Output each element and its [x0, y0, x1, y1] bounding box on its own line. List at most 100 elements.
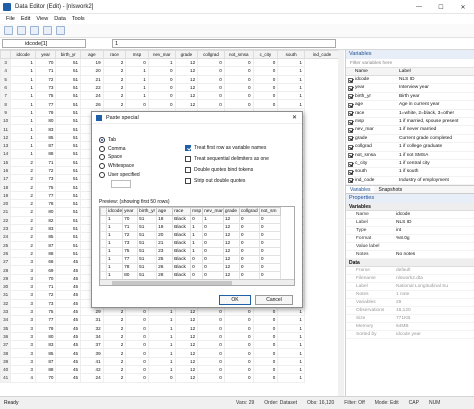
table-cell[interactable]: 45 — [55, 364, 82, 375]
table-cell[interactable]: 87 — [34, 140, 57, 151]
table-cell[interactable]: 82 — [34, 215, 57, 225]
delimiter-radio-space[interactable]: Space — [99, 153, 140, 162]
table-cell[interactable]: 3 — [10, 356, 36, 367]
table-cell[interactable]: 51 — [55, 190, 82, 201]
table-cell[interactable]: 1 — [147, 331, 176, 342]
table-cell[interactable]: 45 — [55, 331, 82, 342]
table-cell[interactable]: 45 — [55, 290, 82, 300]
column-header-ind_code[interactable]: ind_code — [303, 50, 341, 59]
table-cell[interactable]: 75 — [34, 306, 57, 317]
table-cell[interactable]: 77 — [34, 99, 57, 109]
table-cell[interactable]: 0 — [223, 373, 254, 383]
table-cell[interactable]: 0 — [252, 364, 279, 375]
table-cell[interactable]: 2 — [102, 57, 127, 68]
table-cell[interactable]: 3 — [10, 315, 36, 325]
table-cell[interactable]: 51 — [55, 207, 82, 217]
table-cell[interactable]: 3 — [10, 364, 36, 375]
menu-edit[interactable]: Edit — [21, 16, 30, 22]
table-cell[interactable]: 1 — [10, 124, 36, 134]
table-cell[interactable]: 1 — [147, 364, 176, 375]
variable-row[interactable]: not_smsa 1 if not SMSA — [346, 152, 474, 160]
table-cell[interactable]: 51 — [55, 66, 82, 76]
table-cell[interactable]: 1 — [277, 364, 305, 375]
copy-icon[interactable] — [30, 26, 39, 35]
table-cell[interactable]: 1 — [10, 149, 36, 159]
table-cell[interactable]: 29 — [80, 306, 104, 317]
table-cell[interactable]: 45 — [55, 356, 82, 367]
properties-data-section[interactable]: Data — [346, 259, 474, 268]
table-cell[interactable]: 87 — [34, 240, 57, 250]
table-cell[interactable]: 0 — [223, 91, 254, 101]
table-cell[interactable]: 1 — [147, 323, 176, 333]
table-cell[interactable]: 12 — [174, 373, 199, 383]
table-cell[interactable]: 51 — [55, 215, 82, 225]
table-cell[interactable]: 31 — [80, 315, 104, 325]
table-cell[interactable]: 1 — [277, 356, 305, 367]
table-cell[interactable]: 77 — [34, 315, 57, 325]
table-cell[interactable]: 85 — [34, 348, 57, 358]
variable-row[interactable]: nev_mar 1 if never married — [346, 126, 474, 135]
table-cell[interactable]: 1 — [125, 66, 149, 76]
table-cell[interactable]: 1 — [10, 57, 36, 68]
menu-tools[interactable]: Tools — [72, 16, 85, 22]
table-cell[interactable]: 39 — [80, 348, 104, 358]
variable-row[interactable]: idcode NLS ID — [346, 76, 474, 85]
table-cell[interactable]: 24 — [80, 373, 104, 383]
table-cell[interactable]: 51 — [55, 116, 82, 126]
table-cell[interactable]: 4 — [10, 373, 36, 383]
table-cell[interactable]: 0 — [223, 66, 254, 76]
table-cell[interactable]: 51 — [55, 149, 82, 159]
table-cell[interactable]: 70 — [34, 273, 57, 284]
table-cell[interactable]: 45 — [55, 273, 82, 284]
table-cell[interactable]: 3 — [10, 265, 36, 275]
cell-name-field[interactable]: idcode[1] — [2, 39, 86, 48]
table-cell[interactable]: 51 — [55, 124, 82, 134]
table-cell[interactable]: 2 — [102, 66, 127, 76]
menu-file[interactable]: File — [6, 16, 15, 22]
table-cell[interactable]: 1 — [125, 74, 149, 84]
table-cell[interactable]: 45 — [55, 281, 82, 292]
table-cell[interactable]: 0 — [197, 99, 225, 109]
table-cell[interactable]: 1 — [147, 306, 176, 317]
table-cell[interactable]: 1 — [10, 82, 36, 93]
table-cell[interactable]: 1 — [10, 107, 36, 118]
table-cell[interactable]: 70 — [34, 373, 57, 383]
table-cell[interactable]: 45 — [55, 306, 82, 317]
variable-checkbox[interactable] — [348, 85, 353, 91]
table-cell[interactable]: 85 — [34, 232, 57, 242]
table-cell[interactable]: 2 — [10, 215, 36, 225]
table-cell[interactable]: 0 — [223, 57, 254, 68]
cancel-button[interactable]: Cancel — [255, 295, 293, 305]
table-cell[interactable]: 2 — [102, 306, 127, 317]
variable-checkbox[interactable] — [348, 153, 353, 159]
table-cell[interactable]: 1 — [147, 348, 176, 358]
table-cell[interactable]: 51 — [55, 248, 82, 259]
table-cell[interactable]: 0 — [147, 91, 176, 101]
table-cell[interactable]: 1 — [277, 340, 305, 350]
table-cell[interactable]: 3 — [10, 273, 36, 284]
table-cell[interactable]: 45 — [55, 323, 82, 333]
variable-checkbox[interactable] — [348, 144, 353, 150]
close-button[interactable]: ✕ — [452, 0, 474, 14]
table-cell[interactable]: 1 — [10, 132, 36, 142]
cell-value-field[interactable]: 1 — [112, 39, 336, 48]
variable-checkbox[interactable] — [348, 136, 353, 142]
table-cell[interactable]: 0 — [147, 82, 176, 93]
filter-icon[interactable] — [56, 26, 65, 35]
table-cell[interactable]: 0 — [197, 348, 225, 358]
table-cell[interactable]: 0 — [197, 323, 225, 333]
table-cell[interactable]: 1 — [277, 331, 305, 342]
table-cell[interactable]: 2 — [10, 199, 36, 209]
tab-snapshots[interactable]: Snapshots — [374, 186, 406, 193]
table-cell[interactable]: 51 — [55, 107, 82, 118]
table-cell[interactable]: 68 — [34, 257, 57, 267]
table-cell[interactable]: 0 — [223, 82, 254, 93]
table-cell[interactable]: 0 — [125, 57, 149, 68]
table-cell[interactable]: 1 — [277, 91, 305, 101]
delimiter-radio-comma[interactable]: Comma — [99, 145, 140, 154]
column-header-race[interactable]: race — [102, 50, 127, 59]
table-cell[interactable]: 0 — [252, 340, 279, 350]
table-cell[interactable]: 83 — [34, 124, 57, 134]
table-cell[interactable]: 1 — [147, 57, 176, 68]
table-cell[interactable]: 0 — [125, 364, 149, 375]
